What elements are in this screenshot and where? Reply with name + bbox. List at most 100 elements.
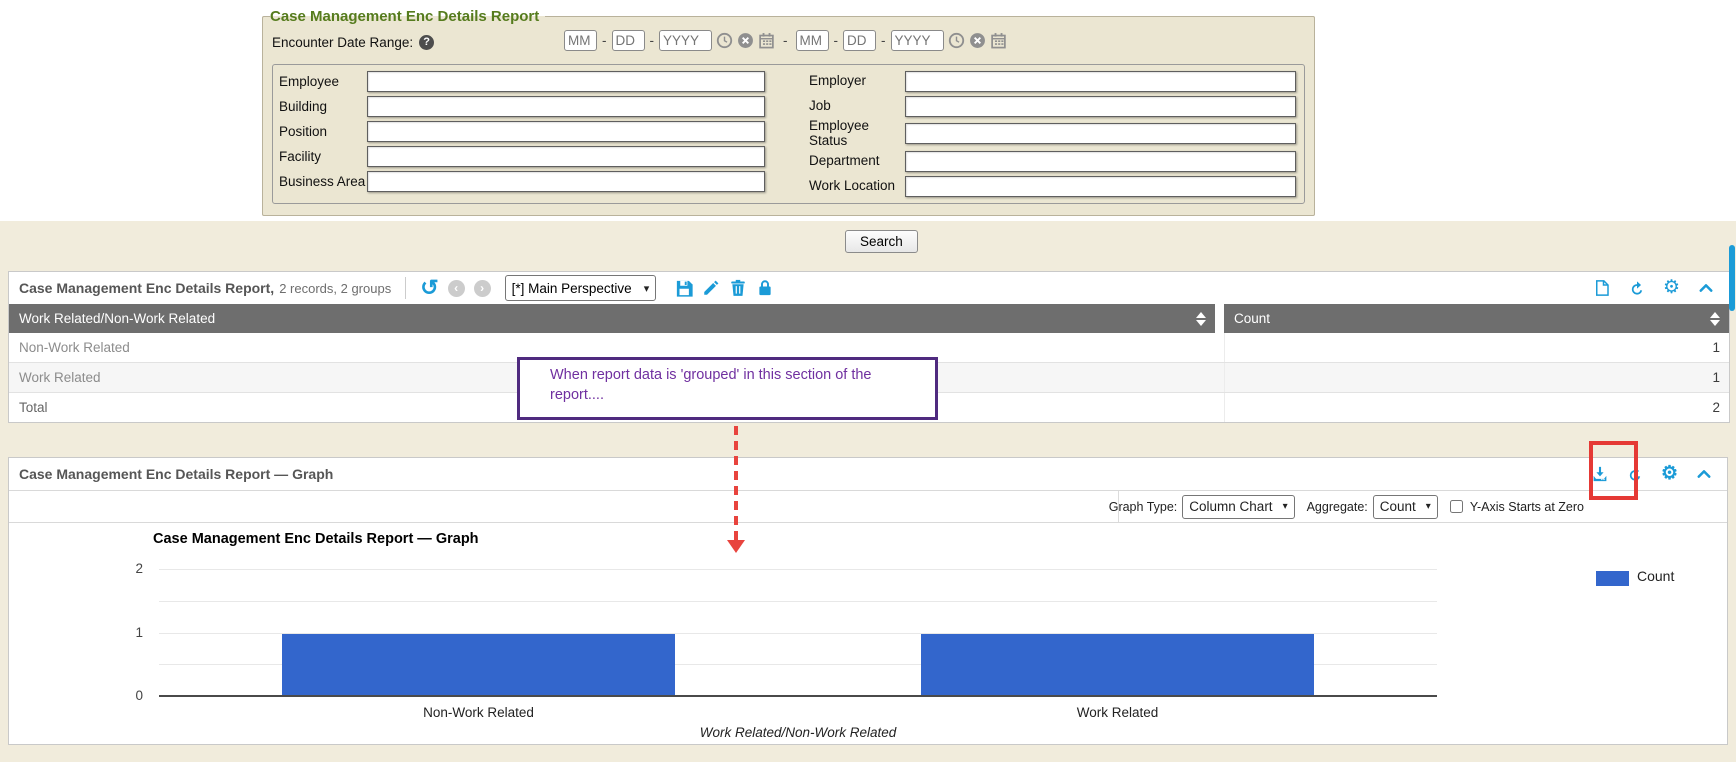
y-tick-label: 2 xyxy=(109,561,143,576)
delete-trash-icon[interactable] xyxy=(729,279,747,297)
job-field[interactable] xyxy=(905,96,1296,117)
aggregate-label: Aggregate: xyxy=(1307,500,1368,514)
chart-plot xyxy=(159,570,1437,697)
job-label: Job xyxy=(809,99,905,114)
toolbar-divider xyxy=(405,277,406,299)
annotation-callout: When report data is 'grouped' in this se… xyxy=(517,357,938,420)
employer-field[interactable] xyxy=(905,71,1296,92)
end-day-input[interactable] xyxy=(843,30,876,51)
legend-swatch xyxy=(1596,571,1629,586)
report-title: Case Management Enc Details Report, xyxy=(9,280,274,296)
date-dash: - xyxy=(881,33,886,48)
controls-divider xyxy=(1118,491,1119,522)
group-cell: Non-Work Related xyxy=(9,340,1224,355)
date-range-label: Encounter Date Range: xyxy=(272,35,413,50)
bar-work-related xyxy=(921,634,1315,698)
column-header-count-label: Count xyxy=(1234,311,1270,326)
date-range-inputs: - - - - - xyxy=(564,30,1007,51)
chart-title: Case Management Enc Details Report — Gra… xyxy=(153,531,479,547)
search-button[interactable]: Search xyxy=(845,230,918,253)
sort-icon[interactable] xyxy=(1710,312,1720,326)
perspective-select[interactable]: [*] Main Perspective ▾ xyxy=(505,275,657,301)
help-icon[interactable]: ? xyxy=(419,35,434,50)
chevron-down-icon: ▾ xyxy=(1426,501,1431,512)
employer-label: Employer xyxy=(809,74,905,89)
employee-label: Employee xyxy=(279,74,367,89)
scrollbar-thumb[interactable] xyxy=(1729,245,1735,311)
annotation-arrow-line xyxy=(734,426,738,540)
column-header-group[interactable]: Work Related/Non-Work Related xyxy=(9,304,1215,333)
lock-icon[interactable] xyxy=(756,279,774,297)
y-axis-zero-checkbox[interactable] xyxy=(1450,500,1463,513)
y-tick-label: 1 xyxy=(109,625,143,640)
legend-label: Count xyxy=(1637,568,1674,584)
facility-label: Facility xyxy=(279,149,367,164)
refresh-icon[interactable] xyxy=(1628,279,1646,297)
position-label: Position xyxy=(279,124,367,139)
graph-panel-title: Case Management Enc Details Report — Gra… xyxy=(19,466,333,482)
report-panel-header: Case Management Enc Details Report, 2 re… xyxy=(9,272,1729,304)
form-fields-right: Employer Job Employee Status Department … xyxy=(803,69,1304,199)
search-form: Case Management Enc Details Report Encou… xyxy=(262,8,1315,216)
x-axis-title: Work Related/Non-Work Related xyxy=(700,725,897,740)
count-cell: 1 xyxy=(1224,363,1729,392)
gridline xyxy=(159,601,1437,602)
clock-icon[interactable] xyxy=(716,32,733,49)
facility-field[interactable] xyxy=(367,146,765,167)
employee-status-field[interactable] xyxy=(905,123,1296,144)
graph-type-value: Column Chart xyxy=(1189,499,1272,514)
business-area-field[interactable] xyxy=(367,171,765,192)
count-cell: 2 xyxy=(1224,393,1729,422)
position-field[interactable] xyxy=(367,121,765,142)
graph-type-select[interactable]: Column Chart ▾ xyxy=(1182,495,1294,519)
collapse-chevron-up-icon[interactable] xyxy=(1697,279,1715,297)
undo-icon[interactable]: ↺ xyxy=(420,278,438,298)
x-tick-label: Non-Work Related xyxy=(423,705,534,720)
date-dash: - xyxy=(650,33,655,48)
chevron-down-icon: ▾ xyxy=(644,282,650,295)
gridline xyxy=(159,569,1437,570)
edit-pencil-icon[interactable] xyxy=(702,279,720,297)
graph-controls-row: Graph Type: Column Chart ▾ Aggregate: Co… xyxy=(9,491,1727,523)
date-range-row: Encounter Date Range: ? - - - - - xyxy=(272,27,1305,57)
save-perspective-icon[interactable] xyxy=(675,279,693,297)
start-day-input[interactable] xyxy=(612,30,645,51)
table-header-row: Work Related/Non-Work Related Count xyxy=(9,304,1729,333)
work-location-field[interactable] xyxy=(905,176,1296,197)
work-location-label: Work Location xyxy=(809,179,905,194)
clear-date-icon[interactable] xyxy=(737,32,754,49)
building-field[interactable] xyxy=(367,96,765,117)
previous-perspective-icon[interactable]: ‹ xyxy=(448,280,465,297)
end-month-input[interactable] xyxy=(796,30,829,51)
y-tick-label: 0 xyxy=(109,688,143,703)
highlight-red-box xyxy=(1589,441,1638,500)
aggregate-select[interactable]: Count ▾ xyxy=(1373,495,1438,519)
department-label: Department xyxy=(809,154,905,169)
calendar-icon[interactable] xyxy=(990,32,1007,49)
start-month-input[interactable] xyxy=(564,30,597,51)
start-year-input[interactable] xyxy=(659,30,712,51)
new-page-icon[interactable] xyxy=(1593,279,1611,297)
date-dash: - xyxy=(834,33,839,48)
clock-icon[interactable] xyxy=(948,32,965,49)
sort-icon[interactable] xyxy=(1196,312,1206,326)
employee-status-label: Employee Status xyxy=(809,119,905,149)
department-field[interactable] xyxy=(905,151,1296,172)
column-header-count[interactable]: Count xyxy=(1224,304,1729,333)
end-year-input[interactable] xyxy=(891,30,944,51)
clear-date-icon[interactable] xyxy=(969,32,986,49)
column-header-group-label: Work Related/Non-Work Related xyxy=(19,311,215,326)
chevron-down-icon: ▾ xyxy=(1283,501,1288,512)
report-right-toolbar: ⚙ xyxy=(1593,279,1729,297)
next-perspective-icon[interactable]: › xyxy=(474,280,491,297)
date-dash: - xyxy=(602,33,607,48)
collapse-chevron-up-icon[interactable] xyxy=(1695,465,1713,483)
perspective-select-value: [*] Main Perspective xyxy=(512,281,632,296)
employee-field[interactable] xyxy=(367,71,765,92)
calendar-icon[interactable] xyxy=(758,32,775,49)
gear-icon[interactable]: ⚙ xyxy=(1663,279,1680,297)
annotation-arrow-head xyxy=(727,540,745,553)
bar-non-work-related xyxy=(282,634,676,698)
count-cell: 1 xyxy=(1224,333,1729,362)
gear-icon[interactable]: ⚙ xyxy=(1661,465,1678,483)
